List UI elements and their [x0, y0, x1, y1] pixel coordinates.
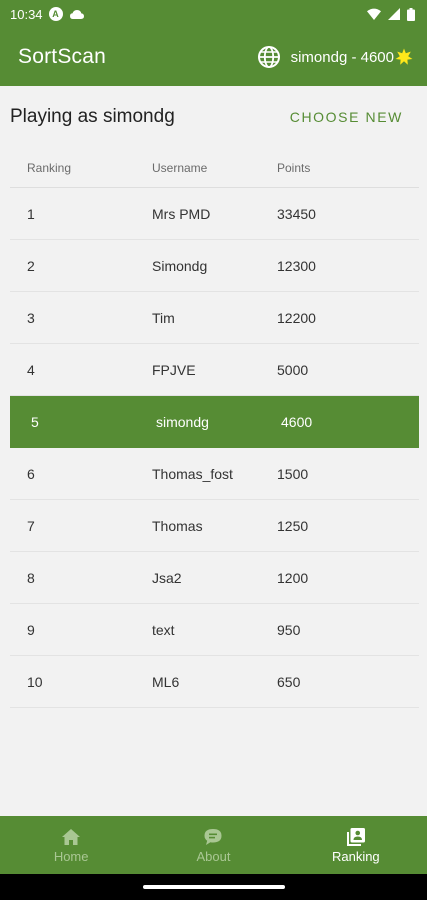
- points-cell: 1250: [277, 517, 309, 534]
- notification-a-icon: A: [48, 7, 63, 21]
- home-icon: [61, 827, 81, 847]
- points-cell: 5000: [277, 361, 309, 378]
- username-cell: FPJVE: [152, 361, 196, 378]
- playing-as-row: Playing as simondg CHOOSE NEW: [0, 86, 427, 148]
- username-cell: ML6: [152, 673, 180, 690]
- ranking-icon: [346, 827, 366, 847]
- nav-about[interactable]: About: [142, 816, 284, 874]
- rank-cell: 4: [27, 361, 35, 378]
- chat-bubble-icon: [203, 827, 223, 847]
- table-row: 8 Jsa2 1200: [10, 552, 419, 604]
- username-cell: Thomas_fost: [152, 465, 233, 482]
- playing-as-label: Playing as simondg: [10, 106, 175, 127]
- column-header-username: Username: [152, 160, 208, 175]
- points-cell: 650: [277, 673, 301, 690]
- points-cell: 1500: [277, 465, 309, 482]
- table-row: 10 ML6 650: [10, 656, 419, 708]
- nav-label-home: Home: [53, 848, 89, 864]
- ranking-table: Ranking Username Points 1 Mrs PMD 33450 …: [10, 148, 419, 708]
- battery-icon: [407, 7, 415, 21]
- points-cell: 4600: [281, 413, 313, 430]
- rank-cell: 6: [27, 465, 35, 482]
- app-title: SortScan: [18, 45, 106, 68]
- rank-cell: 1: [27, 205, 35, 222]
- column-header-points: Points: [277, 160, 311, 175]
- nav-label-ranking: Ranking: [331, 848, 380, 864]
- username-cell: text: [152, 621, 175, 638]
- table-row: 2 Simondg 12300: [10, 240, 419, 292]
- table-row: 3 Tim 12200: [10, 292, 419, 344]
- system-nav-bar: [0, 874, 427, 900]
- rank-cell: 8: [27, 569, 35, 586]
- username-cell: Jsa2: [152, 569, 182, 586]
- table-row: 7 Thomas 1250: [10, 500, 419, 552]
- username-cell: Thomas: [152, 517, 203, 534]
- points-cell: 33450: [277, 205, 316, 222]
- column-header-ranking: Ranking: [27, 160, 72, 175]
- nav-ranking[interactable]: Ranking: [285, 816, 427, 874]
- table-header: Ranking Username Points: [10, 148, 419, 188]
- status-time: 10:34: [10, 6, 43, 22]
- username-cell: Mrs PMD: [152, 205, 211, 222]
- points-cell: 950: [277, 621, 301, 638]
- home-gesture-pill[interactable]: [142, 885, 285, 889]
- table-row: 6 Thomas_fost 1500: [10, 448, 419, 500]
- star-icon: [395, 48, 413, 66]
- points-cell: 1200: [277, 569, 309, 586]
- ranking-screen: 10:34 A SortScan simondg - 4600 Playing …: [0, 0, 427, 900]
- status-bar: 10:34 A: [0, 0, 427, 28]
- rank-cell: 7: [27, 517, 35, 534]
- points-cell: 12300: [277, 257, 316, 274]
- username-cell: Tim: [152, 309, 175, 326]
- bottom-nav: Home About Ranking: [0, 816, 427, 874]
- table-row: 9 text 950: [10, 604, 419, 656]
- app-bar: SortScan simondg - 4600: [0, 28, 427, 86]
- rank-cell: 2: [27, 257, 35, 274]
- table-row: 1 Mrs PMD 33450: [10, 188, 419, 240]
- nav-label-about: About: [196, 848, 231, 864]
- table-row: 4 FPJVE 5000: [10, 344, 419, 396]
- choose-new-button[interactable]: CHOOSE NEW: [290, 109, 403, 125]
- wifi-icon: [367, 8, 381, 20]
- rank-cell: 5: [31, 413, 39, 430]
- rank-cell: 10: [27, 673, 43, 690]
- username-cell: Simondg: [152, 257, 208, 274]
- rank-cell: 3: [27, 309, 35, 326]
- user-score: simondg - 4600: [290, 48, 394, 66]
- points-cell: 12200: [277, 309, 316, 326]
- rank-cell: 9: [27, 621, 35, 638]
- cloud-icon: [69, 9, 85, 20]
- table-row-current-user: 5 simondg 4600: [10, 396, 419, 448]
- nav-home[interactable]: Home: [0, 816, 142, 874]
- signal-icon: [388, 8, 400, 20]
- globe-icon[interactable]: [257, 45, 281, 69]
- username-cell: simondg: [156, 413, 209, 430]
